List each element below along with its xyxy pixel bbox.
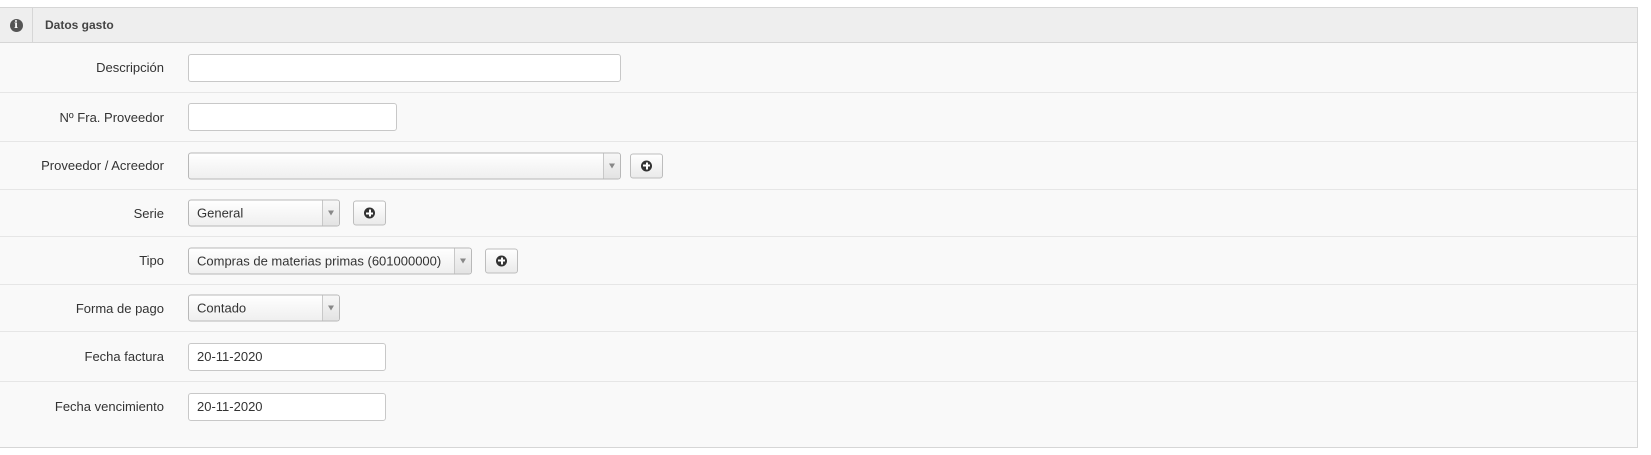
forma-pago-select[interactable]: Contado <box>188 294 340 322</box>
row-proveedor: Proveedor / Acreedor <box>0 142 1637 190</box>
num-factura-input[interactable] <box>188 103 397 131</box>
proveedor-select[interactable] <box>188 152 621 179</box>
serie-select[interactable]: General <box>188 199 340 227</box>
descripcion-input[interactable] <box>188 53 621 82</box>
serie-select-value: General <box>197 205 244 221</box>
tipo-label: Tipo <box>139 253 164 268</box>
plus-circle-icon <box>641 160 652 171</box>
row-tipo: Tipo Compras de materias primas (6010000… <box>0 237 1637 285</box>
chevron-down-icon[interactable] <box>603 153 620 178</box>
header-icon-cell: i <box>0 8 33 42</box>
fecha-factura-input[interactable] <box>188 342 386 371</box>
proveedor-label: Proveedor / Acreedor <box>41 158 164 173</box>
row-descripcion: Descripción <box>0 43 1637 93</box>
tipo-select-value: Compras de materias primas (601000000) <box>197 253 442 268</box>
num-factura-label: Nº Fra. Proveedor <box>59 109 164 125</box>
chevron-down-icon[interactable] <box>322 200 339 226</box>
row-num-factura: Nº Fra. Proveedor <box>0 93 1637 142</box>
datos-gasto-panel: i Datos gasto Descripción Nº Fra. Provee… <box>0 7 1638 448</box>
chevron-down-icon[interactable] <box>322 295 339 321</box>
plus-circle-icon <box>496 255 507 266</box>
row-serie: Serie General <box>0 190 1637 237</box>
chevron-down-icon[interactable] <box>454 248 471 273</box>
info-icon: i <box>9 18 23 32</box>
row-forma-pago: Forma de pago Contado <box>0 285 1637 332</box>
plus-circle-icon <box>364 207 375 219</box>
descripcion-label: Descripción <box>96 60 164 75</box>
fecha-vencimiento-input[interactable] <box>188 392 386 421</box>
tipo-select[interactable]: Compras de materias primas (601000000) <box>188 247 472 274</box>
panel-title: Datos gasto <box>45 18 114 32</box>
add-serie-button[interactable] <box>353 200 386 226</box>
add-proveedor-button[interactable] <box>630 153 663 178</box>
row-fecha-vencimiento: Fecha vencimiento <box>0 382 1637 431</box>
forma-pago-select-value: Contado <box>197 300 247 316</box>
fecha-factura-label: Fecha factura <box>84 349 165 364</box>
forma-pago-label: Forma de pago <box>75 300 164 316</box>
row-fecha-factura: Fecha factura <box>0 332 1637 382</box>
add-tipo-button[interactable] <box>485 248 518 273</box>
fecha-vencimiento-label: Fecha vencimiento <box>54 399 164 414</box>
panel-header: i Datos gasto <box>0 8 1637 43</box>
serie-label: Serie <box>133 205 164 221</box>
